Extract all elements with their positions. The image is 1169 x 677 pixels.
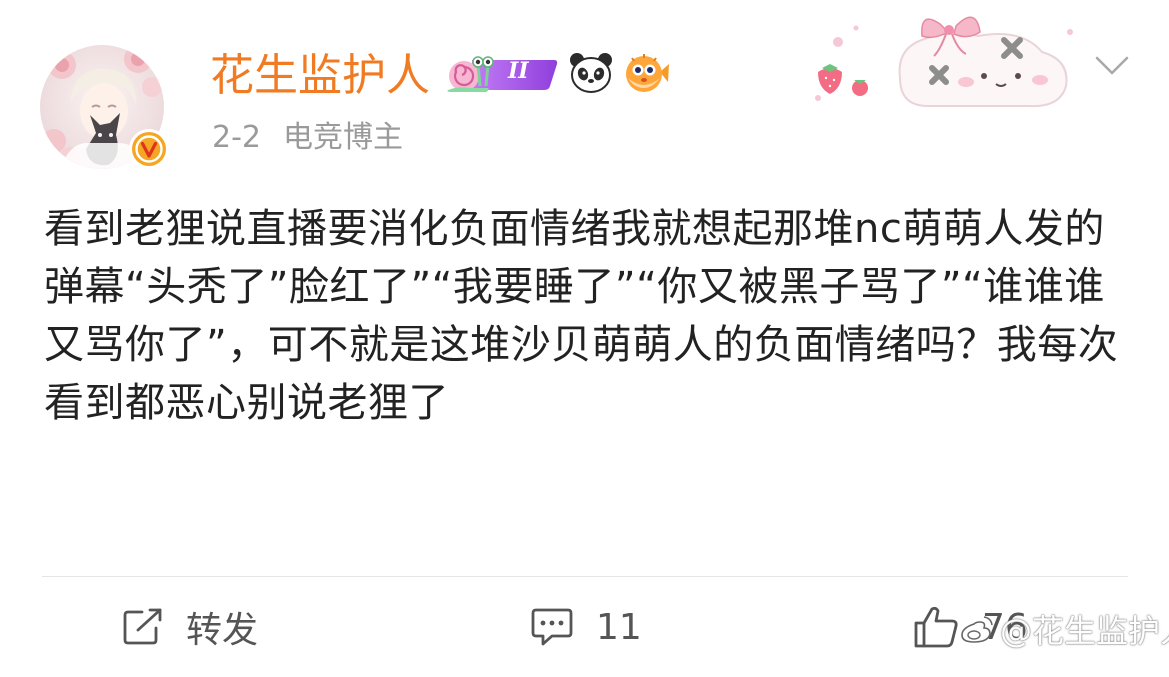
divider <box>42 576 1128 577</box>
panda-badge-icon[interactable] <box>568 50 614 96</box>
comment-button[interactable]: 11 <box>530 600 642 654</box>
watermark: @花生监护人 <box>960 606 1169 652</box>
verified-badge-icon <box>129 129 169 169</box>
post-meta: 2-2 电竞博主 <box>212 116 403 160</box>
thumbs-up-icon <box>914 606 958 648</box>
level-badge[interactable]: II <box>442 50 560 96</box>
repost-button[interactable]: 转发 <box>122 600 258 654</box>
repost-icon <box>123 608 162 645</box>
decorative-card-icon <box>815 16 1073 108</box>
watermark-text: @花生监护人 <box>1000 612 1169 650</box>
snail-badge-icon <box>447 56 558 92</box>
user-badges: II <box>442 50 670 96</box>
username[interactable]: 花生监护人 <box>210 48 430 104</box>
level-number: II <box>508 58 529 84</box>
user-tag: 电竞博主 <box>283 120 403 155</box>
pufferfish-badge-icon[interactable] <box>622 50 670 96</box>
repost-label: 转发 <box>186 610 259 651</box>
comment-count: 11 <box>596 606 642 648</box>
weibo-logo-icon <box>961 616 993 643</box>
comment-icon <box>531 608 573 646</box>
chevron-down-icon[interactable] <box>1094 52 1130 78</box>
post-text[interactable]: 看到老狸说直播要消化负面情绪我就想起那堆nc萌萌人发的弹幕“头秃了”脸红了”“我… <box>44 200 1124 432</box>
post-date: 2-2 <box>212 120 261 155</box>
